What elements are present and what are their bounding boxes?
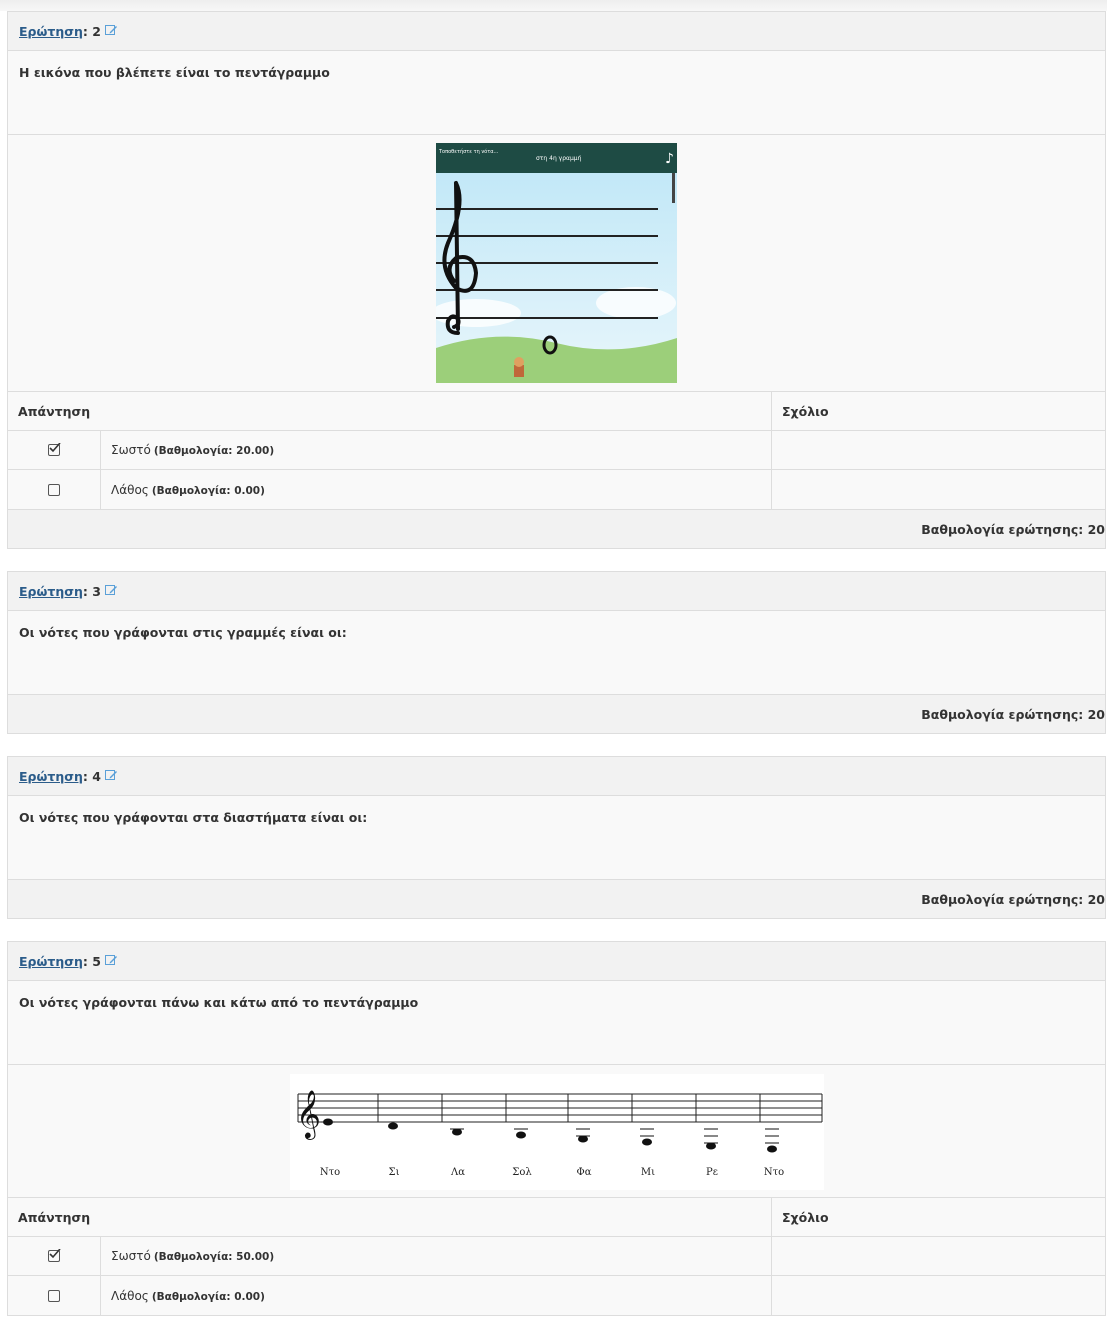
question-link[interactable]: Ερώτηση [19,24,83,39]
answers-table: Απάντηση Σχόλιο Σωστό (Βαθμολογία: 50.00)… [8,1198,1105,1316]
question-score: Βαθμολογία ερώτησης: 20 [8,510,1105,549]
question-panel-4: Ερώτηση : 4 Οι νότες που γράφονται στα δ… [7,756,1106,919]
question-text: Η εικόνα που βλέπετε είναι το πεντάγραμμ… [8,51,1105,135]
note-name-label: Σι [388,1167,399,1178]
answer-row: Σωστό (Βαθμολογία: 50.00) [8,1237,1105,1276]
question-header: Ερώτηση : 3 [8,572,1105,611]
answer-comment [772,431,1105,469]
question-text: Οι νότες που γράφονται στα διαστήματα εί… [8,796,1105,880]
answer-text: Σωστό [111,443,151,457]
note-name-label: Ντο [763,1167,783,1178]
answer-score: (Βαθμολογία: 0.00) [151,1290,265,1303]
question-text: Οι νότες που γράφονται στις γραμμές είνα… [8,611,1105,695]
checked-checkbox-icon [48,1249,61,1262]
note-name-label: Ρε [706,1167,718,1178]
answer-score: (Βαθμολογία: 50.00) [153,1251,275,1263]
question-panel-3: Ερώτηση : 3 Οι νότες που γράφονται στις … [7,571,1106,734]
answers-header-row: Απάντηση Σχόλιο [8,1198,1105,1237]
question-image-container: 𝄞 Ντο Σι Λα Σολ Φα Μι Ρε Ντο [8,1065,1105,1198]
note-name-label: Φα [576,1167,591,1178]
answer-score: (Βαθμολογία: 20.00) [153,445,275,457]
edit-icon[interactable] [104,584,118,599]
answer-row: Σωστό (Βαθμολογία: 20.00) [8,431,1105,470]
question-header: Ερώτηση : 4 [8,757,1105,796]
answer-row: Λάθος (Βαθμολογία: 0.00) [8,1276,1105,1315]
checked-checkbox-icon [48,443,61,456]
image-header-left: Τοποθετήστε τη νότα... [438,148,499,155]
questions-list: Ερώτηση : 2 Η εικόνα που βλέπετε είναι τ… [7,11,1106,1338]
question-score: Βαθμολογία ερώτησης: 20 [8,695,1105,734]
question-panel-5: Ερώτηση : 5 Οι νότες γράφονται πάνω και … [7,941,1106,1316]
question-link[interactable]: Ερώτηση [19,769,83,784]
answer-row: Λάθος (Βαθμολογία: 0.00) [8,470,1105,509]
question-number: : 5 [82,953,101,969]
answer-comment [772,1237,1105,1275]
question-header: Ερώτηση : 5 [8,942,1105,981]
question-panel-2: Ερώτηση : 2 Η εικόνα που βλέπετε είναι τ… [7,11,1106,549]
question-text: Οι νότες γράφονται πάνω και κάτω από το … [8,981,1105,1065]
music-note-icon: ♪ [665,151,674,167]
question-header: Ερώτηση : 2 [8,12,1105,51]
answer-text: Λάθος [111,482,149,497]
image-header-center: στη 4η γραμμή [536,155,582,162]
answer-column-header: Απάντηση [8,1198,772,1236]
note-name-label: Μι [640,1167,654,1178]
question-number: : 4 [82,768,101,784]
answer-column-header: Απάντηση [8,392,772,430]
edit-icon[interactable] [104,954,118,969]
question-score: Βαθμολογία ερώτησης: 20 [8,880,1105,919]
note-name-label: Σολ [512,1167,532,1178]
answer-text: Σωστό [111,1249,151,1263]
unchecked-checkbox-icon [48,483,60,496]
answers-table: Απάντηση Σχόλιο Σωστό (Βαθμολογία: 20.00)… [8,392,1105,510]
answers-header-row: Απάντηση Σχόλιο [8,392,1105,431]
answer-comment [772,470,1105,509]
edit-icon[interactable] [104,769,118,784]
question-number: : 2 [82,23,101,39]
treble-clef-icon: 𝄞 [296,1089,321,1140]
answer-text: Λάθος [111,1288,149,1303]
question-link[interactable]: Ερώτηση [19,584,83,599]
note-name-label: Λα [450,1167,465,1178]
question-link[interactable]: Ερώτηση [19,954,83,969]
staff-app-image: Τοποθετήστε τη νότα... στη 4η γραμμή ♪ [436,143,677,383]
comment-column-header: Σχόλιο [782,1209,829,1225]
edit-icon[interactable] [104,24,118,39]
note-names-staff-image: 𝄞 Ντο Σι Λα Σολ Φα Μι Ρε Ντο [289,1074,824,1190]
answer-score: (Βαθμολογία: 0.00) [151,484,265,497]
note-name-label: Ντο [319,1167,339,1178]
comment-column-header: Σχόλιο [782,403,829,419]
answer-comment [772,1276,1105,1315]
question-number: : 3 [82,583,101,599]
top-bar [0,0,1107,11]
question-image-container: Τοποθετήστε τη νότα... στη 4η γραμμή ♪ [8,135,1105,392]
